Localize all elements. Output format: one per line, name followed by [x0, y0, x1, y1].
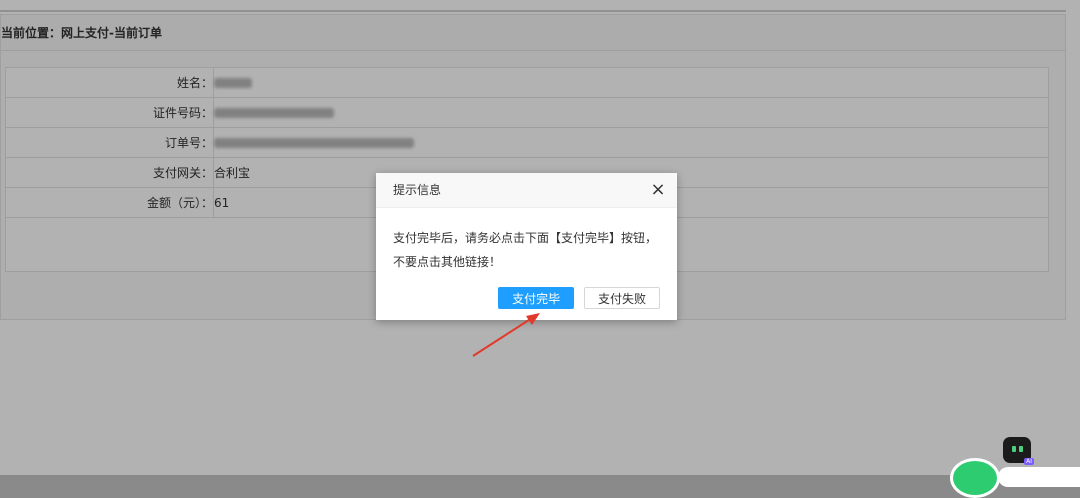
dialog-title: 提示信息: [393, 183, 442, 197]
close-icon[interactable]: ×: [649, 173, 667, 207]
eye-left-icon: [1012, 446, 1016, 452]
dialog-message: 支付完毕后，请务必点击下面【支付完毕】按钮， 不要点击其他链接！: [376, 208, 677, 274]
floating-widget[interactable]: [998, 467, 1080, 487]
ai-label: AI: [1024, 458, 1034, 465]
payment-failed-button[interactable]: 支付失败: [583, 287, 660, 309]
dialog-message-line2: 不要点击其他链接！: [393, 255, 502, 269]
payment-notice-dialog: 提示信息 × 支付完毕后，请务必点击下面【支付完毕】按钮， 不要点击其他链接！ …: [376, 173, 677, 320]
payment-complete-button[interactable]: 支付完毕: [498, 287, 575, 309]
dialog-message-line1: 支付完毕后，请务必点击下面【支付完毕】按钮，: [393, 231, 658, 245]
ai-assistant-icon[interactable]: AI: [1003, 437, 1034, 465]
dialog-header: 提示信息 ×: [376, 173, 677, 208]
dialog-buttons: 支付完毕 支付失败: [492, 287, 660, 309]
floating-chat-icon[interactable]: [950, 458, 1000, 498]
eye-right-icon: [1019, 446, 1023, 452]
red-arrow-icon: [472, 313, 540, 357]
